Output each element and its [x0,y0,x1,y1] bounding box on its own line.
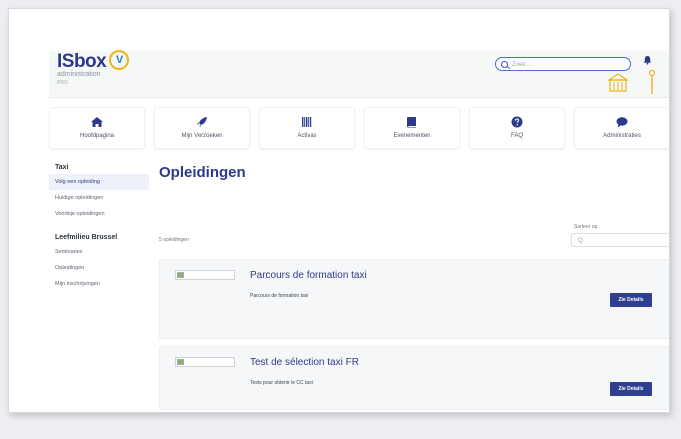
main-nav: Hoofdpagina Mijn Verzoeken Activas Evene… [49,107,669,149]
course-card: Test de sélection taxi FR Tests pour obt… [159,346,669,410]
course-title[interactable]: Test de sélection taxi FR [250,357,359,368]
barcode-icon [302,117,312,127]
logo-badge: V [109,49,130,70]
rocket-icon [196,117,207,128]
sidebar: Taxi Volg een opleiding Huidige opleidin… [49,161,149,292]
course-thumbnail [175,270,235,280]
sidebar-item-seminars[interactable]: Seminaries [49,244,149,260]
lamp-icon [648,69,656,94]
nav-events[interactable]: Evenementen [364,107,460,149]
search-placeholder: Zoek... [512,62,531,68]
nav-label: Evenementen [393,133,431,139]
sort-label: Sorteer op [574,224,598,230]
sidebar-section-taxi: Taxi [55,164,69,171]
nav-faq[interactable]: FAQ [469,107,565,149]
logo-subtitle: administration [57,71,101,78]
nav-home[interactable]: Hoofdpagina [49,107,145,149]
chat-icon [616,117,628,128]
sidebar-item-follow-training[interactable]: Volg een opleiding [49,174,149,190]
nav-administrations[interactable]: Administraties [574,107,669,149]
nav-label: Activas [297,133,317,139]
search-input[interactable]: Zoek... [495,57,631,71]
sidebar-item-past-trainings[interactable]: Voorbije opleidingen [49,206,149,222]
sidebar-item-current-trainings[interactable]: Huidige opleidingen [49,190,149,206]
app-window: ISbox V administration PRO Zoek... Hoofd… [8,8,670,413]
details-button[interactable]: Zie Details [610,293,652,307]
logo-subtitle-2: PRO [57,80,68,86]
sidebar-item-trainings[interactable]: Opleidingen [49,260,149,276]
nav-label: Mijn Verzoeken [181,133,223,139]
nav-label: Hoofdpagina [79,133,115,139]
course-description: Parcours de formation taxi [250,293,309,299]
search-icon [501,61,508,68]
page-title: Opleidingen [159,164,246,181]
book-icon [407,117,416,128]
sidebar-section-environment: Leefmilieu Brussel [55,234,118,241]
details-button[interactable]: Zie Details [610,382,652,396]
course-card: Parcours de formation taxi Parcours de f… [159,259,669,339]
building-icon [607,73,629,92]
sort-input[interactable]: Q [571,233,669,247]
nav-label: FAQ [510,133,523,139]
bell-icon[interactable] [643,55,652,65]
course-description: Tests pour obtenir le CC taxi [250,380,313,386]
sidebar-item-registrations[interactable]: Mijn inschrijvingen [49,276,149,292]
question-icon [511,116,523,128]
course-title[interactable]: Parcours de formation taxi [250,270,367,281]
nav-label: Administraties [603,133,641,139]
home-icon [91,117,103,127]
header: ISbox V administration PRO Zoek... [49,49,669,98]
nav-assets[interactable]: Activas [259,107,355,149]
nav-requests[interactable]: Mijn Verzoeken [154,107,250,149]
course-thumbnail [175,357,235,367]
result-count: 5 opleidingen [159,237,189,243]
logo[interactable]: ISbox V [57,49,130,73]
